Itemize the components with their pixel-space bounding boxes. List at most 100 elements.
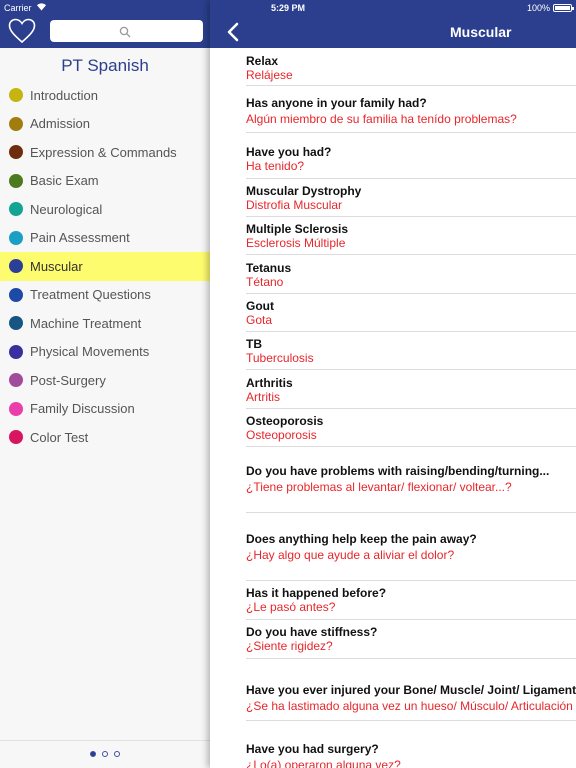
- category-color-dot: [9, 173, 23, 188]
- page-indicator[interactable]: [90, 751, 120, 757]
- phrase-row[interactable]: Muscular Dystrophy Distrofia Muscular: [246, 179, 576, 217]
- phrase-row[interactable]: Tetanus Tétano: [246, 255, 576, 294]
- sidebar-item-muscular[interactable]: Muscular: [0, 252, 210, 281]
- phrase-spanish: Osteoporosis: [246, 428, 317, 442]
- phrase-spanish: Relájese: [246, 68, 293, 82]
- sidebar-item-basic-exam[interactable]: Basic Exam: [0, 167, 210, 196]
- phrase-row[interactable]: Do you have problems with raising/bendin…: [246, 447, 576, 513]
- battery-icon: [553, 4, 574, 12]
- sidebar-footer: [0, 740, 210, 768]
- sidebar-item-expression-commands[interactable]: Expression & Commands: [0, 138, 210, 167]
- favorites-heart-icon[interactable]: [8, 18, 36, 44]
- app-title: PT Spanish: [61, 56, 149, 75]
- category-color-dot: [9, 116, 23, 131]
- phrase-row[interactable]: TB Tuberculosis: [246, 332, 576, 370]
- phrase-spanish: Artritis: [246, 390, 280, 404]
- phrase-spanish: Ha tenido?: [246, 159, 305, 173]
- sidebar-item-post-surgery[interactable]: Post-Surgery: [0, 366, 210, 395]
- phrase-row[interactable]: Has it happened before? ¿Le pasó antes?: [246, 581, 576, 620]
- phrase-english: Arthritis: [246, 376, 293, 390]
- category-color-dot: [9, 316, 23, 331]
- phrase-list: Relax Relájese Has anyone in your family h…: [210, 48, 576, 768]
- category-color-dot: [9, 344, 23, 359]
- sidebar-item-machine-treatment[interactable]: Machine Treatment: [0, 309, 210, 338]
- phrase-english: Have you had?: [246, 145, 332, 159]
- phrase-row[interactable]: Arthritis Artritis: [246, 370, 576, 409]
- sidebar-item-label: Physical Movements: [30, 344, 150, 360]
- phrase-row[interactable]: Have you ever injured your Bone/ Muscle/…: [246, 659, 576, 721]
- phrase-spanish: ¿Tiene problemas al levantar/ flexionar/…: [246, 480, 512, 494]
- search-icon: [119, 25, 131, 43]
- sidebar-item-label: Color Test: [30, 429, 89, 445]
- phrase-spanish: ¿Lo(a) operaron alguna vez?: [246, 758, 401, 768]
- sidebar-item-introduction[interactable]: Introduction: [0, 81, 210, 110]
- search-input[interactable]: [50, 20, 203, 42]
- sidebar-item-label: Expression & Commands: [30, 144, 177, 160]
- phrase-english: Does anything help keep the pain away?: [246, 532, 477, 546]
- main-panel: Muscular Relax Relájese Has anyone in your…: [210, 0, 576, 768]
- page-title: Muscular: [450, 24, 512, 40]
- phrase-row[interactable]: Has anyone in your family had? Algún miem…: [246, 86, 576, 133]
- category-color-dot: [9, 430, 23, 445]
- sidebar-item-physical-movements[interactable]: Physical Movements: [0, 338, 210, 367]
- category-color-dot: [9, 287, 23, 302]
- phrase-row[interactable]: Have you had surgery? ¿Lo(a) operaron alg…: [246, 721, 576, 768]
- sidebar-item-label: Machine Treatment: [30, 315, 142, 331]
- phrase-spanish: ¿Se ha lastimado alguna vez un hueso/ Mú…: [246, 699, 573, 713]
- phrase-spanish: Tuberculosis: [246, 351, 314, 365]
- page-dot[interactable]: [90, 751, 96, 757]
- phrase-row[interactable]: Does anything help keep the pain away? ¿H…: [246, 513, 576, 581]
- phrase-row[interactable]: Do you have stiffness? ¿Siente rigidez?: [246, 620, 576, 659]
- page-dot[interactable]: [114, 751, 120, 757]
- phrase-row[interactable]: Multiple Sclerosis Esclerosis Múltiple: [246, 217, 576, 255]
- category-color-dot: [9, 230, 23, 245]
- back-chevron-icon[interactable]: [226, 22, 240, 42]
- sidebar: PT Spanish Introduction Admission Expressi…: [0, 0, 210, 768]
- category-color-dot: [9, 401, 23, 416]
- sidebar-item-family-discussion[interactable]: Family Discussion: [0, 395, 210, 424]
- phrase-english: Have you ever injured your Bone/ Muscle/…: [246, 683, 576, 697]
- category-menu: Introduction Admission Expression & Comman…: [0, 81, 210, 452]
- phrase-spanish: Tétano: [246, 275, 284, 289]
- sidebar-item-label: Post-Surgery: [30, 372, 106, 388]
- phrase-spanish: ¿Hay algo que ayude a aliviar el dolor?: [246, 548, 455, 562]
- phrase-english: Multiple Sclerosis: [246, 222, 349, 236]
- sidebar-item-treatment-questions[interactable]: Treatment Questions: [0, 281, 210, 310]
- sidebar-item-label: Family Discussion: [30, 401, 135, 417]
- status-time: 5:29 PM: [270, 3, 305, 13]
- phrase-english: Has anyone in your family had?: [246, 96, 427, 110]
- phrase-row[interactable]: Have you had? Ha tenido?: [246, 133, 576, 179]
- phrase-spanish: Gota: [246, 313, 273, 327]
- status-bar: Carrier 5:29 PM 100%: [0, 0, 576, 16]
- phrase-row[interactable]: Osteoporosis Osteoporosis: [246, 409, 576, 447]
- sidebar-item-admission[interactable]: Admission: [0, 110, 210, 139]
- category-color-dot: [9, 88, 23, 103]
- phrase-english: Have you had surgery?: [246, 742, 379, 756]
- sidebar-item-pain-assessment[interactable]: Pain Assessment: [0, 224, 210, 253]
- sidebar-item-label: Treatment Questions: [30, 287, 151, 303]
- battery-percentage: 100%: [526, 3, 550, 13]
- category-color-dot: [9, 202, 23, 217]
- phrase-row[interactable]: Gout Gota: [246, 294, 576, 332]
- phrase-english: TB: [246, 337, 262, 351]
- page-dot[interactable]: [102, 751, 108, 757]
- category-color-dot: [9, 145, 23, 160]
- phrase-spanish: Distrofia Muscular: [246, 198, 343, 212]
- phrase-english: Do you have stiffness?: [246, 625, 378, 639]
- sidebar-item-label: Basic Exam: [30, 173, 99, 189]
- sidebar-item-label: Introduction: [30, 87, 98, 103]
- sidebar-item-label: Muscular: [30, 258, 83, 274]
- sidebar-item-label: Pain Assessment: [30, 230, 130, 246]
- phrase-spanish: Algún miembro de su familia ha tenído pr…: [246, 112, 517, 126]
- sidebar-item-color-test[interactable]: Color Test: [0, 423, 210, 452]
- phrase-spanish: Esclerosis Múltiple: [246, 236, 346, 250]
- phrase-english: Muscular Dystrophy: [246, 184, 362, 198]
- phrase-english: Do you have problems with raising/bendin…: [246, 464, 550, 478]
- phrase-spanish: ¿Le pasó antes?: [246, 600, 336, 614]
- category-color-dot: [9, 373, 23, 388]
- phrase-english: Relax: [246, 54, 279, 68]
- sidebar-item-neurological[interactable]: Neurological: [0, 195, 210, 224]
- sidebar-item-label: Admission: [30, 116, 90, 132]
- phrase-row[interactable]: Relax Relájese: [246, 48, 576, 86]
- phrase-english: Has it happened before?: [246, 586, 387, 600]
